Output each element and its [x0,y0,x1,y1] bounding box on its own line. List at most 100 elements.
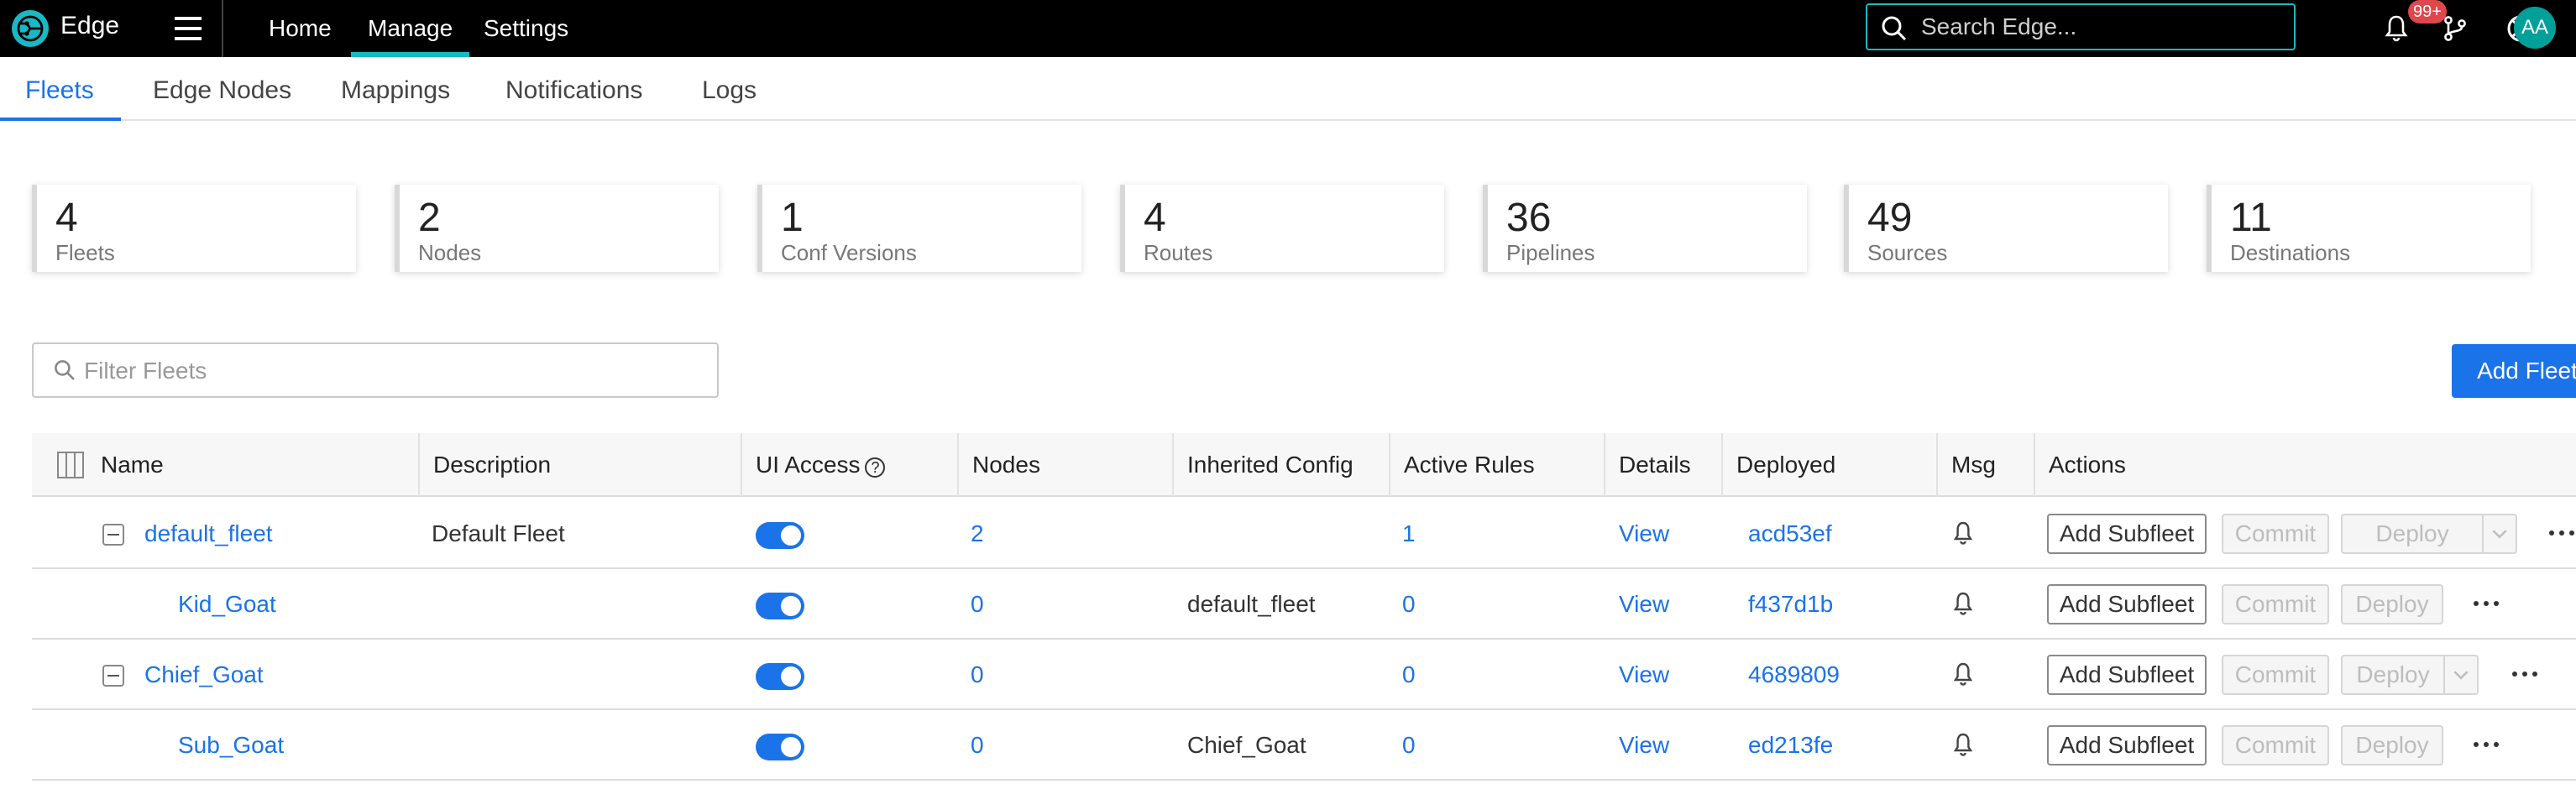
col-inherited-config[interactable]: Inherited Config [1172,433,1389,497]
bell-icon[interactable] [1951,732,1975,759]
topnav-manage[interactable]: Manage [351,0,470,57]
table-row: default_fleet Default Fleet 2 1 View acd… [32,499,2576,569]
add-subfleet-button[interactable]: Add Subfleet [2047,725,2207,765]
bell-icon[interactable] [1951,591,1975,618]
deployed-commit-link[interactable]: 4689809 [1748,640,1840,710]
nodes-count-link[interactable]: 2 [971,499,984,569]
deploy-button[interactable]: Deploy [2341,725,2443,765]
fleet-name-link[interactable]: Kid_Goat [178,569,276,640]
deploy-button[interactable]: Deploy [2341,584,2443,624]
deployed-commit-link[interactable]: ed213fe [1748,710,1833,781]
brand-name: Edge [60,12,120,39]
add-fleet-button[interactable]: Add Fleet [2452,344,2576,398]
nodes-count-link[interactable]: 0 [971,710,984,781]
col-msg[interactable]: Msg [1936,433,2034,497]
tab-mappings[interactable]: Mappings [341,57,450,121]
user-avatar[interactable]: AA [2514,7,2556,49]
more-options-icon[interactable] [2472,589,2502,616]
more-options-icon[interactable] [2547,519,2576,546]
stat-card-sources: 49 Sources [1844,185,2168,272]
add-subfleet-button[interactable]: Add Subfleet [2047,655,2207,695]
details-view-link[interactable]: View [1619,569,1669,640]
add-subfleet-button[interactable]: Add Subfleet [2047,584,2207,624]
tab-notifications[interactable]: Notifications [505,57,642,121]
bell-icon[interactable] [1951,520,1975,547]
active-rules-link[interactable]: 1 [1402,499,1416,569]
top-bar: Edge Home Manage Settings 99+ [0,0,2576,57]
nodes-count-link[interactable]: 0 [971,569,984,640]
col-actions[interactable]: Actions [2034,433,2576,497]
stat-value: 4 [1144,196,1166,240]
col-active-rules[interactable]: Active Rules [1389,433,1604,497]
table-header: Name Description UI Access? Nodes Inheri… [32,433,2576,497]
sub-nav: Fleets Edge Nodes Mappings Notifications… [0,57,2576,121]
commit-button[interactable]: Commit [2222,655,2329,695]
details-view-link[interactable]: View [1619,640,1669,710]
stat-label: Destinations [2230,240,2351,265]
table-row: Kid_Goat 0 default_fleet 0 View f437d1b … [32,569,2576,640]
deploy-button-label: Deploy [2356,661,2430,687]
stat-label: Sources [1867,240,1948,265]
columns-icon[interactable] [57,452,84,478]
bell-icon[interactable] [1951,661,1975,688]
col-deployed[interactable]: Deployed [1721,433,1936,497]
active-rules-link[interactable]: 0 [1402,710,1416,781]
edge-logo-icon[interactable] [10,8,50,49]
active-rules-link[interactable]: 0 [1402,640,1416,710]
menu-icon[interactable] [175,17,202,40]
inherited-config: default_fleet [1187,591,1316,617]
active-rules-link[interactable]: 0 [1402,569,1416,640]
collapse-icon[interactable] [102,524,124,546]
details-view-link[interactable]: View [1619,710,1669,781]
tab-fleets[interactable]: Fleets [0,57,121,121]
commit-button[interactable]: Commit [2222,725,2329,765]
col-details[interactable]: Details [1604,433,1721,497]
ui-access-toggle[interactable] [756,663,804,690]
tab-edge-nodes[interactable]: Edge Nodes [153,57,291,121]
stat-value: 1 [781,196,804,240]
col-nodes[interactable]: Nodes [957,433,1172,497]
stat-value: 11 [2230,196,2272,240]
filter-fleets-box[interactable] [32,342,719,398]
fleet-name-link[interactable]: Chief_Goat [144,640,264,710]
commit-button[interactable]: Commit [2222,584,2329,624]
collapse-icon[interactable] [102,665,124,687]
stat-card-destinations: 11 Destinations [2207,185,2531,272]
stat-label: Routes [1144,240,1213,265]
notifications-icon[interactable] [2381,13,2411,44]
search-input[interactable] [1921,12,2282,42]
ui-access-toggle[interactable] [756,522,804,549]
chevron-down-icon[interactable] [2482,515,2516,552]
filter-fleets-input[interactable] [84,356,689,386]
add-subfleet-button[interactable]: Add Subfleet [2047,514,2207,554]
more-options-icon[interactable] [2511,660,2541,687]
col-description[interactable]: Description [418,433,739,497]
stat-label: Nodes [418,240,482,265]
details-view-link[interactable]: View [1619,499,1669,569]
help-icon[interactable]: ? [865,457,886,478]
topnav-home[interactable]: Home [269,0,332,57]
table-row: Chief_Goat 0 0 View 4689809 Add Subfleet… [32,640,2576,710]
deploy-split-button[interactable]: Deploy [2341,514,2517,554]
tab-logs[interactable]: Logs [702,57,757,121]
fleet-name-link[interactable]: default_fleet [144,499,273,569]
topnav-settings[interactable]: Settings [484,0,568,57]
fleet-name-link[interactable]: Sub_Goat [178,710,284,781]
deployed-commit-link[interactable]: f437d1b [1748,569,1833,640]
global-search[interactable] [1866,3,2296,50]
ui-access-toggle[interactable] [756,593,804,619]
deployed-commit-link[interactable]: acd53ef [1748,499,1832,569]
ui-access-toggle[interactable] [756,734,804,760]
col-ui-access[interactable]: UI Access? [741,433,957,497]
nodes-count-link[interactable]: 0 [971,640,984,710]
deploy-split-button[interactable]: Deploy [2341,655,2479,695]
col-name[interactable]: Name [87,433,416,497]
search-icon [1882,16,1907,41]
stat-value: 49 [1867,196,1913,240]
commit-button[interactable]: Commit [2222,514,2329,554]
stat-value: 4 [55,196,78,240]
chevron-down-icon[interactable] [2443,656,2477,693]
more-options-icon[interactable] [2472,730,2502,757]
stat-value: 36 [1506,196,1552,240]
col-ui-access-label: UI Access [756,452,861,478]
